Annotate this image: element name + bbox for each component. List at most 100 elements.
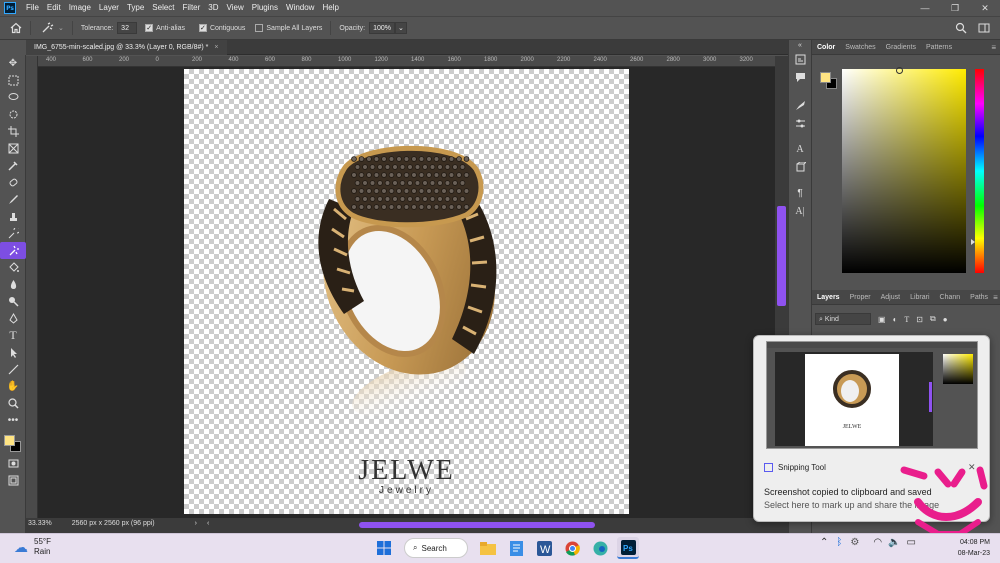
line-tool-icon[interactable]	[0, 361, 26, 378]
menu-edit[interactable]: Edit	[43, 0, 65, 16]
anti-alias-checkbox[interactable]: ✓	[145, 24, 154, 32]
menu-type[interactable]: Type	[123, 0, 148, 16]
tab-patterns[interactable]: Patterns	[921, 40, 957, 55]
menu-plugins[interactable]: Plugins	[248, 0, 282, 16]
menu-file[interactable]: File	[22, 0, 43, 16]
menu-view[interactable]: View	[223, 0, 248, 16]
menu-image[interactable]: Image	[65, 0, 95, 16]
volume-icon[interactable]: 🔈	[888, 537, 900, 548]
tab-channels[interactable]: Chann	[935, 290, 966, 305]
zoom-level[interactable]: 33.33%	[28, 520, 52, 527]
type-tool-icon[interactable]: T	[0, 327, 26, 344]
comments-icon[interactable]	[789, 68, 811, 86]
panel-menu-icon[interactable]: ≡	[991, 43, 996, 52]
quick-selection-tool-icon[interactable]	[0, 106, 26, 123]
path-selection-tool-icon[interactable]	[0, 344, 26, 361]
marquee-tool-icon[interactable]	[0, 72, 26, 89]
home-icon[interactable]	[4, 22, 28, 34]
close-tab-icon[interactable]: ×	[214, 40, 218, 55]
paragraph-icon[interactable]: ¶	[789, 184, 811, 202]
opacity-dropdown-icon[interactable]: ⌄	[395, 22, 407, 34]
menu-3d[interactable]: 3D	[204, 0, 222, 16]
foreground-color-swatch[interactable]	[4, 435, 15, 446]
type-filter-icon[interactable]: T	[904, 315, 909, 324]
anti-alias-option[interactable]: ✓ Anti-alias	[145, 24, 185, 32]
magic-eraser-tool-icon[interactable]	[0, 242, 26, 259]
opacity-input[interactable]: 100%	[369, 22, 396, 34]
search-icon[interactable]	[955, 22, 967, 36]
tab-paths[interactable]: Paths	[965, 290, 993, 305]
taskbar-search[interactable]: ⌕ Search	[404, 538, 468, 558]
color-picker-cursor[interactable]	[896, 67, 903, 74]
taskbar-clock[interactable]: 04:08 PM 08-Mar-23	[935, 537, 990, 559]
tab-libraries[interactable]: Librari	[905, 290, 934, 305]
canvas-area[interactable]: JELWE Jewelry	[38, 67, 775, 518]
menu-window[interactable]: Window	[282, 0, 318, 16]
status-expand-icon[interactable]: ›	[195, 520, 197, 527]
start-button-icon[interactable]	[373, 537, 395, 559]
blur-tool-icon[interactable]	[0, 276, 26, 293]
layers-menu-icon[interactable]: ≡	[993, 293, 998, 302]
kind-filter-dropdown[interactable]: ⌕ Kind	[815, 313, 871, 325]
history-icon[interactable]	[789, 50, 811, 68]
screen-mode-icon[interactable]	[0, 472, 26, 489]
workspace-icon[interactable]	[978, 22, 990, 36]
document-tab[interactable]: IMG_6755-min-scaled.jpg @ 33.3% (Layer 0…	[26, 40, 227, 55]
contiguous-checkbox[interactable]: ✓	[198, 24, 207, 32]
zoom-tool-icon[interactable]	[0, 395, 26, 412]
close-window-button[interactable]: ✕	[970, 0, 1000, 16]
magic-eraser-preset-icon[interactable]: ⌄	[41, 22, 64, 34]
sample-all-layers-checkbox[interactable]	[255, 24, 264, 32]
smart-object-filter-icon[interactable]: ⧉	[930, 314, 936, 324]
crop-tool-icon[interactable]	[0, 123, 26, 140]
healing-brush-tool-icon[interactable]	[0, 174, 26, 191]
history-brush-tool-icon[interactable]	[0, 225, 26, 242]
menu-filter[interactable]: Filter	[179, 0, 205, 16]
file-explorer-icon[interactable]	[477, 537, 499, 559]
dodge-tool-icon[interactable]	[0, 293, 26, 310]
3d-icon[interactable]	[789, 158, 811, 176]
scroll-left-icon[interactable]: ‹	[207, 520, 209, 527]
battery-icon[interactable]: ▭	[907, 537, 916, 548]
collapse-icon[interactable]: «	[789, 40, 811, 50]
color-panel-foreground-swatch[interactable]	[820, 72, 831, 83]
hue-slider-handle[interactable]	[971, 239, 975, 245]
color-swatches[interactable]	[0, 429, 25, 455]
settings-icon[interactable]: ⚙	[850, 537, 859, 548]
pen-tool-icon[interactable]	[0, 310, 26, 327]
tab-properties[interactable]: Proper	[845, 290, 876, 305]
chrome-icon[interactable]	[561, 537, 583, 559]
hue-slider[interactable]	[971, 69, 984, 273]
tab-swatches[interactable]: Swatches	[840, 40, 880, 55]
adjustments-icon[interactable]	[789, 114, 811, 132]
tolerance-input[interactable]: 32	[117, 22, 138, 34]
minimize-button[interactable]: —	[910, 0, 940, 16]
sample-all-layers-option[interactable]: Sample All Layers	[255, 24, 322, 32]
weather-widget[interactable]: ☁ 55°F Rain	[14, 537, 51, 557]
clone-stamp-tool-icon[interactable]	[0, 208, 26, 225]
screenshot-thumbnail[interactable]: JELWE	[766, 341, 978, 449]
adjustment-filter-icon[interactable]: ◐	[893, 315, 898, 324]
tab-gradients[interactable]: Gradients	[881, 40, 921, 55]
filter-toggle-icon[interactable]: ●	[943, 315, 948, 324]
menu-select[interactable]: Select	[148, 0, 178, 16]
brush-tool-icon[interactable]	[0, 191, 26, 208]
frame-tool-icon[interactable]	[0, 140, 26, 157]
document-canvas[interactable]: JELWE Jewelry	[184, 69, 629, 514]
wifi-icon[interactable]: ◠	[873, 537, 882, 548]
vertical-scroll-thumb[interactable]	[777, 206, 786, 306]
eyedropper-tool-icon[interactable]	[0, 157, 26, 174]
photoshop-taskbar-icon[interactable]: Ps	[617, 537, 639, 559]
character-icon[interactable]: A|	[789, 202, 811, 220]
shape-filter-icon[interactable]: ⊡	[916, 315, 923, 324]
tab-color[interactable]: Color	[812, 40, 840, 55]
bluetooth-icon[interactable]: ᛒ	[836, 537, 842, 548]
horizontal-scroll-thumb[interactable]	[359, 522, 595, 528]
move-tool-icon[interactable]: ✥	[0, 55, 26, 72]
menu-help[interactable]: Help	[318, 0, 342, 16]
edge-icon[interactable]	[589, 537, 611, 559]
more-tools-icon[interactable]: •••	[0, 412, 26, 429]
character-styles-icon[interactable]: A	[789, 140, 811, 158]
word-icon[interactable]: W	[533, 537, 555, 559]
paint-bucket-tool-icon[interactable]	[0, 259, 26, 276]
